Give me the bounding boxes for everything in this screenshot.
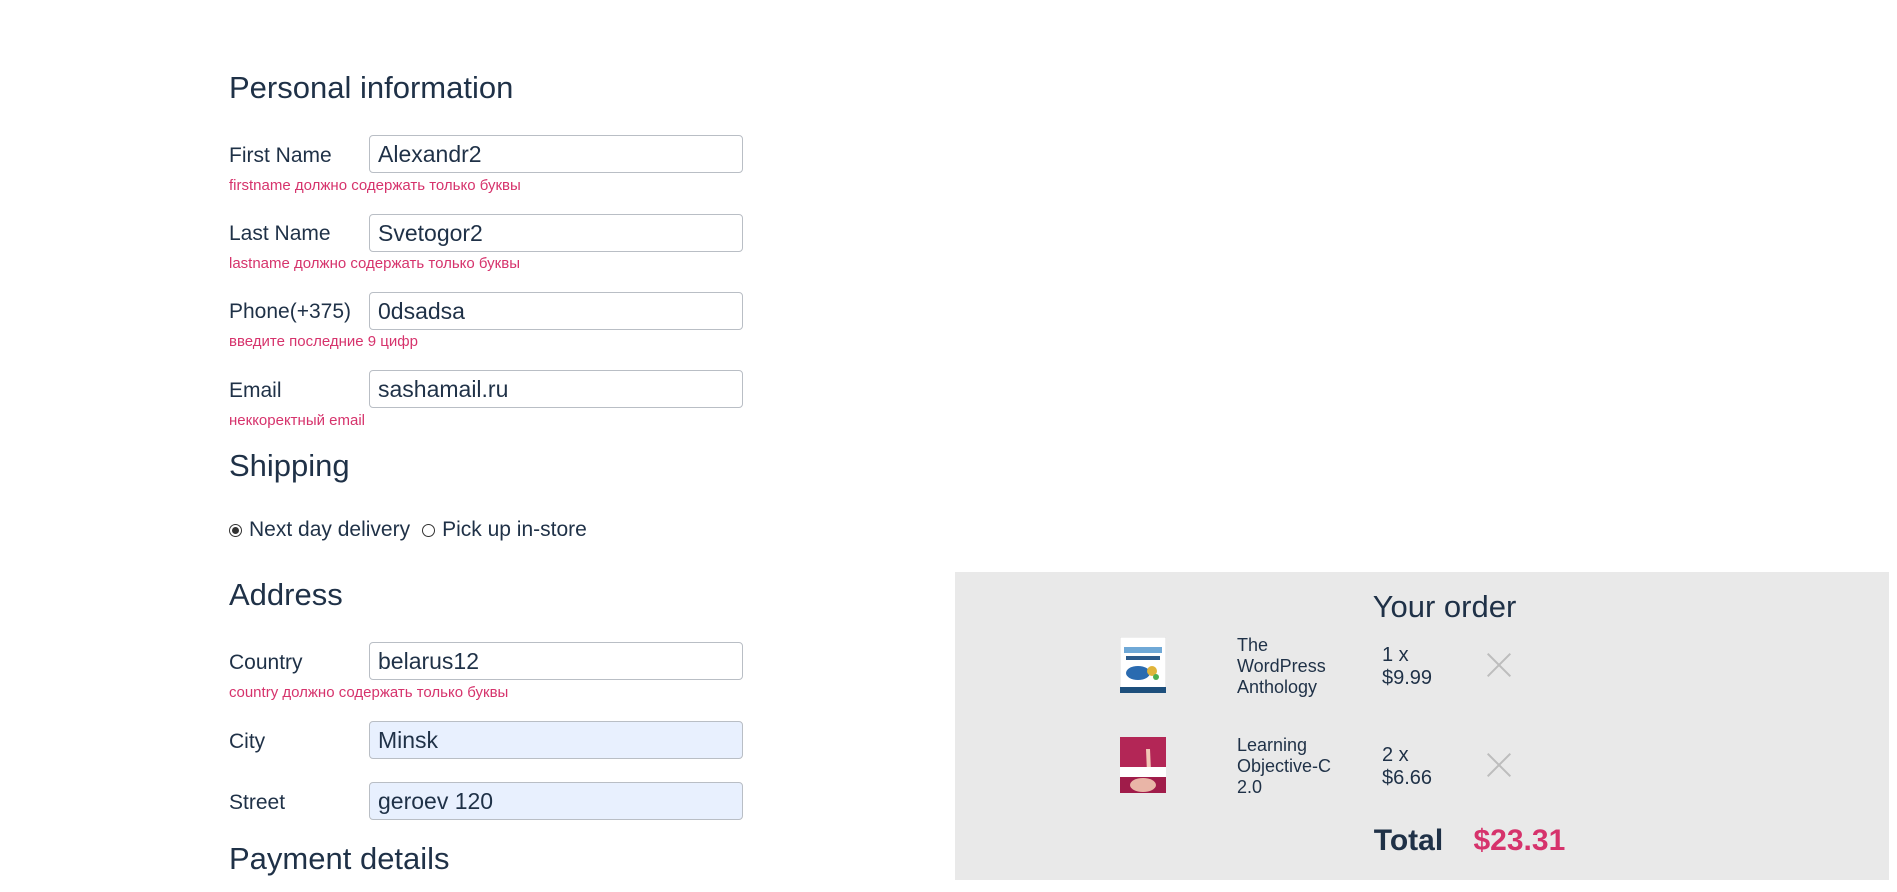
- next-day-delivery-label: Next day delivery: [249, 518, 411, 541]
- order-item-qty: 2 x: [1382, 744, 1409, 766]
- book-cover-objective-c-icon: [1120, 737, 1166, 793]
- next-day-delivery-option[interactable]: Next day delivery: [229, 518, 410, 542]
- order-item: Learning Objective-C 2.0 2 x $6.66: [1120, 735, 1620, 797]
- city-label: City: [229, 730, 266, 753]
- order-total: Total $23.31: [955, 824, 1889, 858]
- street-label: Street: [229, 791, 286, 814]
- remove-item-icon[interactable]: [1486, 752, 1512, 778]
- pick-up-in-store-label: Pick up in-store: [442, 518, 587, 541]
- order-item-title: The WordPress Anthology: [1237, 635, 1326, 697]
- shipping-options: Next day delivery Pick up in-store: [229, 518, 599, 542]
- last-name-label: Last Name: [229, 222, 331, 245]
- phone-label: Phone(+375): [229, 300, 352, 323]
- last-name-input[interactable]: [369, 214, 743, 252]
- pick-up-in-store-option[interactable]: Pick up in-store: [422, 518, 587, 542]
- order-item-price: $9.99: [1382, 667, 1433, 689]
- order-summary-panel: Your order The WordPress Anthology 1 x $…: [955, 572, 1889, 880]
- country-error: country должно содержать только буквы: [229, 684, 509, 701]
- remove-item-icon[interactable]: [1486, 652, 1512, 678]
- radio-selected-icon[interactable]: [229, 523, 242, 537]
- book-cover-wordpress-icon: [1120, 637, 1166, 693]
- total-value: $23.31: [1473, 824, 1566, 857]
- street-input[interactable]: [369, 782, 743, 820]
- city-input[interactable]: [369, 721, 743, 759]
- order-item-qty: 1 x: [1382, 644, 1409, 666]
- first-name-label: First Name: [229, 144, 332, 167]
- address-heading: Address: [229, 577, 343, 612]
- personal-info-heading: Personal information: [229, 70, 514, 105]
- order-item-quantity: 1 x $9.99: [1382, 644, 1432, 690]
- email-label: Email: [229, 379, 282, 402]
- your-order-heading: Your order: [1372, 589, 1517, 624]
- country-label: Country: [229, 651, 303, 674]
- order-item-quantity: 2 x $6.66: [1382, 744, 1432, 790]
- first-name-input[interactable]: [369, 135, 743, 173]
- email-error: неккоректный email: [229, 412, 366, 429]
- order-item: The WordPress Anthology 1 x $9.99: [1120, 635, 1620, 697]
- phone-error: введите последние 9 цифр: [229, 333, 418, 350]
- first-name-error: firstname должно содержать только буквы: [229, 177, 521, 194]
- email-input[interactable]: [369, 370, 743, 408]
- radio-unselected-icon[interactable]: [422, 523, 436, 537]
- order-item-title: Learning Objective-C 2.0: [1237, 735, 1332, 797]
- last-name-error: lastname должно содержать только буквы: [229, 255, 520, 272]
- country-input[interactable]: [369, 642, 743, 680]
- order-item-price: $6.66: [1382, 767, 1433, 789]
- payment-details-heading: Payment details: [229, 841, 450, 876]
- total-label: Total: [1373, 824, 1444, 857]
- shipping-heading: Shipping: [229, 448, 350, 483]
- phone-input[interactable]: [369, 292, 743, 330]
